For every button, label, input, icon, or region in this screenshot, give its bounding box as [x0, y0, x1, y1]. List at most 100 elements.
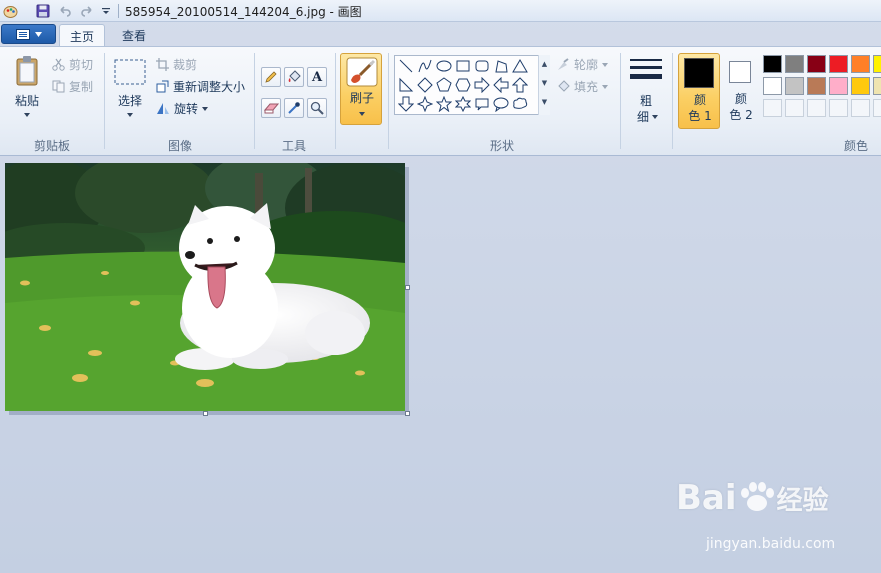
paste-button[interactable]: 粘贴: [8, 53, 46, 129]
color-swatch[interactable]: [851, 77, 870, 95]
tab-home-label: 主页: [70, 30, 95, 44]
fill-button[interactable]: 填充: [556, 78, 609, 95]
polygon-shape-icon[interactable]: [492, 57, 510, 75]
text-icon[interactable]: A: [307, 67, 327, 87]
group-separator: [254, 53, 255, 149]
select-rectangle-icon: [114, 59, 146, 85]
custom-color-slot[interactable]: [763, 99, 782, 117]
five-point-star-shape-icon[interactable]: [435, 95, 453, 113]
fill-label: 填充: [574, 80, 599, 94]
save-icon[interactable]: [35, 3, 51, 19]
color-swatch[interactable]: [763, 77, 782, 95]
fill-bucket-icon[interactable]: [284, 67, 304, 87]
fill-icon: [558, 79, 570, 92]
scroll-down-icon[interactable]: ▼: [539, 74, 550, 93]
cloud-callout-shape-icon[interactable]: [511, 95, 529, 113]
six-point-star-shape-icon[interactable]: [454, 95, 472, 113]
right-triangle-shape-icon[interactable]: [397, 76, 415, 94]
redo-icon[interactable]: [79, 3, 95, 19]
crop-button[interactable]: 裁剪: [156, 56, 197, 73]
brushes-label: 刷子: [349, 91, 374, 105]
color-picker-icon[interactable]: [284, 98, 304, 118]
color-swatch[interactable]: [763, 55, 782, 73]
colors-group-label: 颜色: [843, 139, 868, 153]
tab-home[interactable]: 主页: [59, 24, 105, 47]
rounded-callout-shape-icon[interactable]: [473, 95, 491, 113]
clipboard-group-label: 剪贴板: [33, 139, 70, 153]
color2-label-line1: 颜: [734, 92, 747, 106]
size-button[interactable]: 粗 细: [626, 53, 666, 131]
left-arrow-shape-icon[interactable]: [492, 76, 510, 94]
custom-color-slot[interactable]: [829, 99, 848, 117]
scroll-up-icon[interactable]: ▲: [539, 55, 550, 74]
oval-shape-icon[interactable]: [435, 57, 453, 75]
tab-view-label: 查看: [122, 29, 147, 43]
custom-color-slot[interactable]: [873, 99, 881, 117]
line-shape-icon[interactable]: [397, 57, 415, 75]
triangle-shape-icon[interactable]: [511, 57, 529, 75]
fill-dropdown-icon: [602, 84, 609, 89]
brushes-button[interactable]: 刷子: [340, 53, 382, 125]
up-arrow-shape-icon[interactable]: [511, 76, 529, 94]
resize-handle-right[interactable]: [405, 285, 410, 290]
image-canvas[interactable]: [5, 163, 405, 411]
color-swatch[interactable]: [829, 77, 848, 95]
paste-label: 粘贴: [14, 94, 39, 108]
down-arrow-shape-icon[interactable]: [397, 95, 415, 113]
pentagon-shape-icon[interactable]: [435, 76, 453, 94]
resize-handle-bottom[interactable]: [203, 411, 208, 416]
color-swatch[interactable]: [807, 55, 826, 73]
ribbon: 粘贴 剪切 复制 剪贴板 选择 裁剪 重新调整大小 旋转 图像 A 工具 刷子 …: [0, 46, 881, 156]
color1-swatch: [684, 58, 714, 88]
undo-icon[interactable]: [57, 3, 73, 19]
copy-button[interactable]: 复制: [52, 78, 93, 95]
shapes-gallery: [394, 55, 550, 115]
pencil-icon[interactable]: [261, 67, 281, 87]
diamond-shape-icon[interactable]: [416, 76, 434, 94]
oval-callout-shape-icon[interactable]: [492, 95, 510, 113]
curve-shape-icon[interactable]: [416, 57, 434, 75]
outline-button[interactable]: 轮廓: [556, 56, 609, 73]
color1-button[interactable]: 颜 色 1: [678, 53, 720, 129]
app-menu-button[interactable]: [1, 24, 56, 44]
magnifier-icon[interactable]: [307, 98, 327, 118]
resize-icon: [156, 80, 169, 93]
shapes-scrollbar[interactable]: ▲ ▼ ▼: [538, 55, 550, 115]
rotate-button[interactable]: 旋转: [156, 100, 209, 117]
gallery-expand-icon[interactable]: ▼: [539, 93, 550, 112]
copy-label: 复制: [69, 80, 94, 94]
rectangle-shape-icon[interactable]: [454, 57, 472, 75]
size-label-line1: 粗: [639, 94, 652, 108]
rotate-dropdown-icon: [202, 106, 209, 111]
color2-label-line2: 色 2: [729, 108, 753, 122]
color-swatch[interactable]: [873, 77, 881, 95]
custom-color-slot[interactable]: [785, 99, 804, 117]
custom-color-slot[interactable]: [851, 99, 870, 117]
app-menu-icon: [15, 28, 30, 40]
color2-button[interactable]: 颜 色 2: [724, 53, 758, 129]
resize-button[interactable]: 重新调整大小: [156, 78, 245, 95]
rounded-rectangle-shape-icon[interactable]: [473, 57, 491, 75]
tab-view[interactable]: 查看: [112, 24, 158, 47]
scissors-icon: [52, 58, 65, 71]
title-bar: 585954_20100514_144204_6.jpg - 画图: [0, 0, 881, 22]
eraser-icon[interactable]: [261, 98, 281, 118]
cut-button[interactable]: 剪切: [52, 56, 93, 73]
customize-dropdown-icon[interactable]: [98, 3, 114, 19]
hexagon-shape-icon[interactable]: [454, 76, 472, 94]
paint-app-icon[interactable]: [2, 3, 18, 19]
group-separator: [388, 53, 389, 149]
right-arrow-shape-icon[interactable]: [473, 76, 491, 94]
four-point-star-shape-icon[interactable]: [416, 95, 434, 113]
line-width-icon: [630, 59, 662, 79]
custom-color-slot[interactable]: [807, 99, 826, 117]
color2-swatch: [729, 61, 751, 83]
select-button[interactable]: 选择: [110, 53, 150, 129]
color-swatch[interactable]: [851, 55, 870, 73]
color-swatch[interactable]: [873, 55, 881, 73]
color-swatch[interactable]: [829, 55, 848, 73]
resize-handle-corner[interactable]: [405, 411, 410, 416]
color-swatch[interactable]: [807, 77, 826, 95]
color-swatch[interactable]: [785, 77, 804, 95]
color-swatch[interactable]: [785, 55, 804, 73]
